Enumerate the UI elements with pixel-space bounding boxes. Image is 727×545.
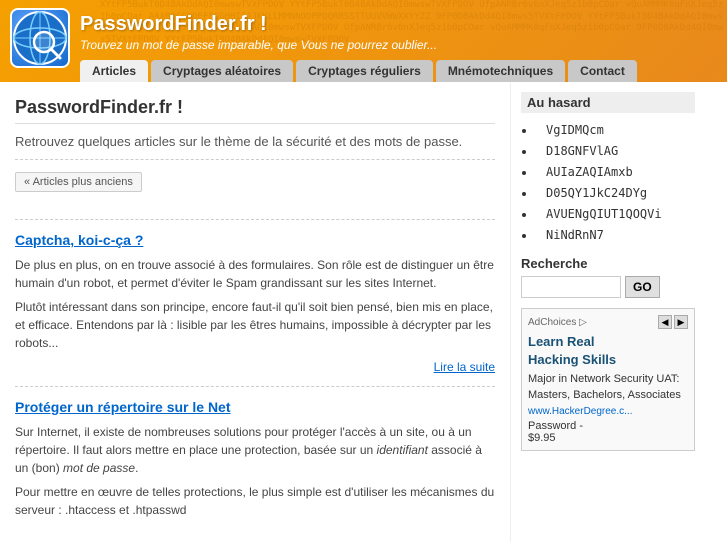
site-subtitle: Trouvez un mot de passe imparable, que V… [80,38,637,52]
article-body-0: De plus en plus, on en trouve associé à … [15,256,495,352]
read-more-link-0[interactable]: Lire la suite [15,360,495,374]
random-password-item: D05QY1JkC24DYg [536,184,695,202]
logo-image [10,8,70,68]
article-divider-0 [15,386,495,387]
older-articles-button[interactable]: « Articles plus anciens [15,172,142,192]
ad-prev-button[interactable]: ◀ [658,315,672,329]
random-password-item: D18GNFVlAG [536,142,695,160]
sidebar-random-title: Au hasard [521,92,695,113]
random-passwords-list: VgIDMQcm D18GNFVlAG AUIaZAQIAmxb D05QY1JkC2… [521,121,695,244]
sidebar: Au hasard VgIDMQcm D18GNFVlAG AUIaZAQIAmxb… [510,82,705,542]
random-password-item: VgIDMQcm [536,121,695,139]
article-title-0[interactable]: Captcha, koi-c-ça ? [15,232,495,248]
page-description: Retrouvez quelques articles sur le thème… [15,134,495,160]
ad-next-button[interactable]: ▶ [674,315,688,329]
nav-tab-articles[interactable]: Articles [80,60,148,82]
search-input[interactable] [521,276,621,298]
ad-header: AdChoices ▷ ◀ ▶ [528,315,688,329]
nav-tab-contact[interactable]: Contact [568,60,637,82]
ad-body: Major in Network Security UAT: Masters, … [528,372,688,403]
advertisement-box: AdChoices ▷ ◀ ▶ Learn RealHacking Skills… [521,308,695,451]
site-logo [10,8,70,68]
nav-tab-cryptages-aléatoires[interactable]: Cryptages aléatoires [151,60,293,82]
nav-tab-cryptages-réguliers[interactable]: Cryptages réguliers [296,60,433,82]
site-title: PasswordFinder.fr ! [80,13,637,36]
nav-tab-mnémotechniques[interactable]: Mnémotechniques [436,60,565,82]
random-password-item: AUIaZAQIAmxb [536,163,695,181]
main-content: PasswordFinder.fr ! Retrouvez quelques a… [0,82,510,542]
ad-choices-label[interactable]: AdChoices ▷ [528,317,587,328]
search-button[interactable]: GO [625,276,660,298]
ad-navigation: ◀ ▶ [658,315,688,329]
article-body-1: Sur Internet, il existe de nombreuses so… [15,423,495,519]
search-row: GO [521,276,695,298]
articles-list: Captcha, koi-c-ça ? De plus en plus, on e… [15,232,495,519]
content-wrapper: PasswordFinder.fr ! Retrouvez quelques a… [0,82,727,542]
search-section-label: Recherche [521,256,695,271]
random-password-item: NiNdRnN7 [536,226,695,244]
ad-title: Learn RealHacking Skills [528,333,688,369]
ad-price: Password -$9.95 [528,420,688,444]
article-title-1[interactable]: Protéger un répertoire sur le Net [15,399,495,415]
main-nav: ArticlesCryptages aléatoiresCryptages ré… [80,60,637,82]
page-title: PasswordFinder.fr ! [15,97,495,124]
ad-url[interactable]: www.HackerDegree.c... [528,406,688,417]
header-text-block: PasswordFinder.fr ! Trouvez un mot de pa… [80,8,637,82]
site-header: XYtFP5BukT0D4BAkDdAQI0mwswTVXFPDOV YYtFP… [0,0,727,82]
random-password-item: AVUENgQIUT1QOQVi [536,205,695,223]
section-divider [15,219,495,220]
